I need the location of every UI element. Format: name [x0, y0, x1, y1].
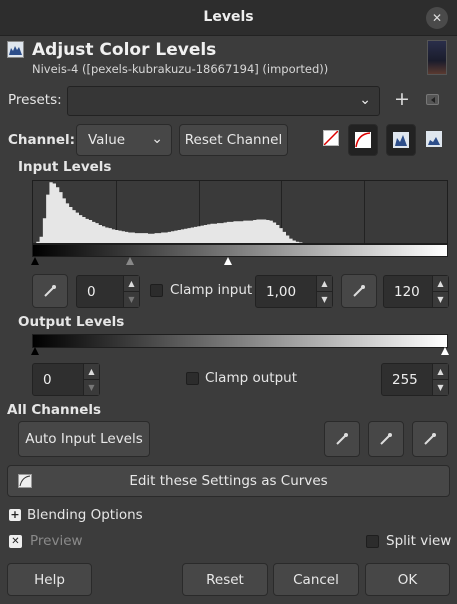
output-high-handle[interactable]	[441, 347, 449, 355]
eyedropper-icon	[44, 285, 56, 297]
presets-label: Presets:	[8, 92, 62, 108]
reset-channel-button[interactable]: Reset Channel	[179, 124, 288, 156]
log-histogram-button[interactable]	[348, 124, 378, 156]
chevron-down-icon: ⌄	[151, 131, 163, 147]
log-histogram-icon	[355, 132, 371, 148]
input-low-handle[interactable]	[31, 257, 39, 265]
gray-picker-all-button[interactable]	[368, 421, 404, 457]
output-low-handle[interactable]	[31, 347, 39, 355]
curves-label: Edit these Settings as Curves	[129, 473, 328, 489]
edit-as-curves-button[interactable]: Edit these Settings as Curves	[7, 465, 450, 497]
input-low-spinner[interactable]: ▲ ▼	[123, 276, 139, 307]
spin-down-icon[interactable]: ▼	[433, 292, 448, 308]
levels-tool-icon	[7, 41, 24, 58]
window-title: Levels	[203, 9, 254, 25]
split-view-label: Split view	[386, 533, 452, 549]
channel-label: Channel:	[8, 132, 76, 148]
linear-histogram-icon[interactable]	[323, 130, 339, 146]
white-picker-all-button[interactable]	[412, 421, 448, 457]
clamp-output-label: Clamp output	[205, 370, 297, 386]
output-gradient-bar	[32, 334, 448, 348]
auto-input-levels-button[interactable]: Auto Input Levels	[18, 421, 150, 457]
spin-down-icon[interactable]: ▼	[317, 292, 332, 308]
curves-icon	[18, 474, 32, 488]
spin-down-icon[interactable]: ▼	[433, 380, 448, 396]
ok-button[interactable]: OK	[365, 563, 450, 596]
spin-up-icon[interactable]: ▲	[317, 276, 332, 292]
image-subtitle: Niveis-4 ([pexels-kubrakuzu-18667194] (i…	[32, 62, 329, 76]
close-icon[interactable]: ✕	[426, 7, 448, 29]
histogram-log-icon[interactable]	[426, 131, 442, 151]
clamp-input-label: Clamp input	[170, 282, 253, 298]
spin-down-icon[interactable]: ▼	[84, 380, 99, 396]
presets-combo[interactable]: ⌄	[67, 86, 380, 116]
output-low-spinner[interactable]: ▲ ▼	[83, 364, 99, 395]
blending-options-label[interactable]: Blending Options	[27, 507, 143, 523]
spin-up-icon[interactable]: ▲	[433, 364, 448, 380]
clamp-input-checkbox[interactable]	[150, 284, 163, 297]
preview-label: Preview	[30, 533, 83, 549]
channel-value: Value	[88, 132, 126, 148]
eyedropper-icon	[380, 433, 392, 445]
chevron-down-icon: ⌄	[359, 92, 371, 108]
dialog-heading: Adjust Color Levels	[32, 40, 217, 60]
input-high-handle[interactable]	[224, 257, 232, 265]
help-button[interactable]: Help	[7, 563, 92, 596]
eyedropper-icon	[336, 433, 348, 445]
output-low-value: 0	[43, 371, 52, 388]
input-gamma-handle[interactable]	[126, 257, 134, 265]
reset-button[interactable]: Reset	[182, 563, 268, 596]
black-picker-all-button[interactable]	[324, 421, 360, 457]
clamp-output-checkbox[interactable]	[186, 372, 199, 385]
eyedropper-icon	[353, 285, 365, 297]
preset-menu-icon[interactable]	[426, 94, 439, 105]
output-high-value: 255	[392, 371, 418, 388]
add-preset-icon[interactable]: +	[394, 88, 410, 110]
histogram-area	[33, 182, 447, 243]
input-histogram	[32, 180, 448, 244]
input-high-spinner[interactable]: ▲ ▼	[432, 276, 448, 307]
input-low-value: 0	[87, 283, 96, 300]
cancel-button[interactable]: Cancel	[273, 563, 359, 596]
output-levels-heading: Output Levels	[18, 314, 125, 330]
input-high-value: 120	[394, 283, 420, 300]
title-bar: Levels ✕	[0, 0, 457, 36]
image-thumbnail	[427, 40, 447, 75]
input-gradient-bar	[32, 244, 448, 257]
output-high-spinner[interactable]: ▲ ▼	[432, 364, 448, 395]
histogram-linear-icon	[393, 132, 409, 148]
input-gamma-spinner[interactable]: ▲ ▼	[316, 276, 332, 307]
all-channels-heading: All Channels	[7, 402, 102, 418]
spin-up-icon[interactable]: ▲	[84, 364, 99, 380]
spin-up-icon[interactable]: ▲	[124, 276, 139, 292]
split-view-checkbox[interactable]	[366, 535, 379, 548]
preview-checkbox[interactable]: ✕	[9, 535, 22, 548]
spin-down-icon[interactable]: ▼	[124, 292, 139, 308]
channel-select[interactable]: Value ⌄	[76, 124, 172, 156]
spin-up-icon[interactable]: ▲	[433, 276, 448, 292]
eyedropper-icon	[424, 433, 436, 445]
input-levels-heading: Input Levels	[18, 159, 112, 175]
black-point-picker-button[interactable]	[32, 274, 68, 308]
expand-icon[interactable]: +	[9, 509, 21, 521]
white-point-picker-button[interactable]	[341, 274, 377, 308]
linear-display-button[interactable]	[386, 124, 416, 156]
input-gamma-value: 1,00	[266, 283, 297, 300]
